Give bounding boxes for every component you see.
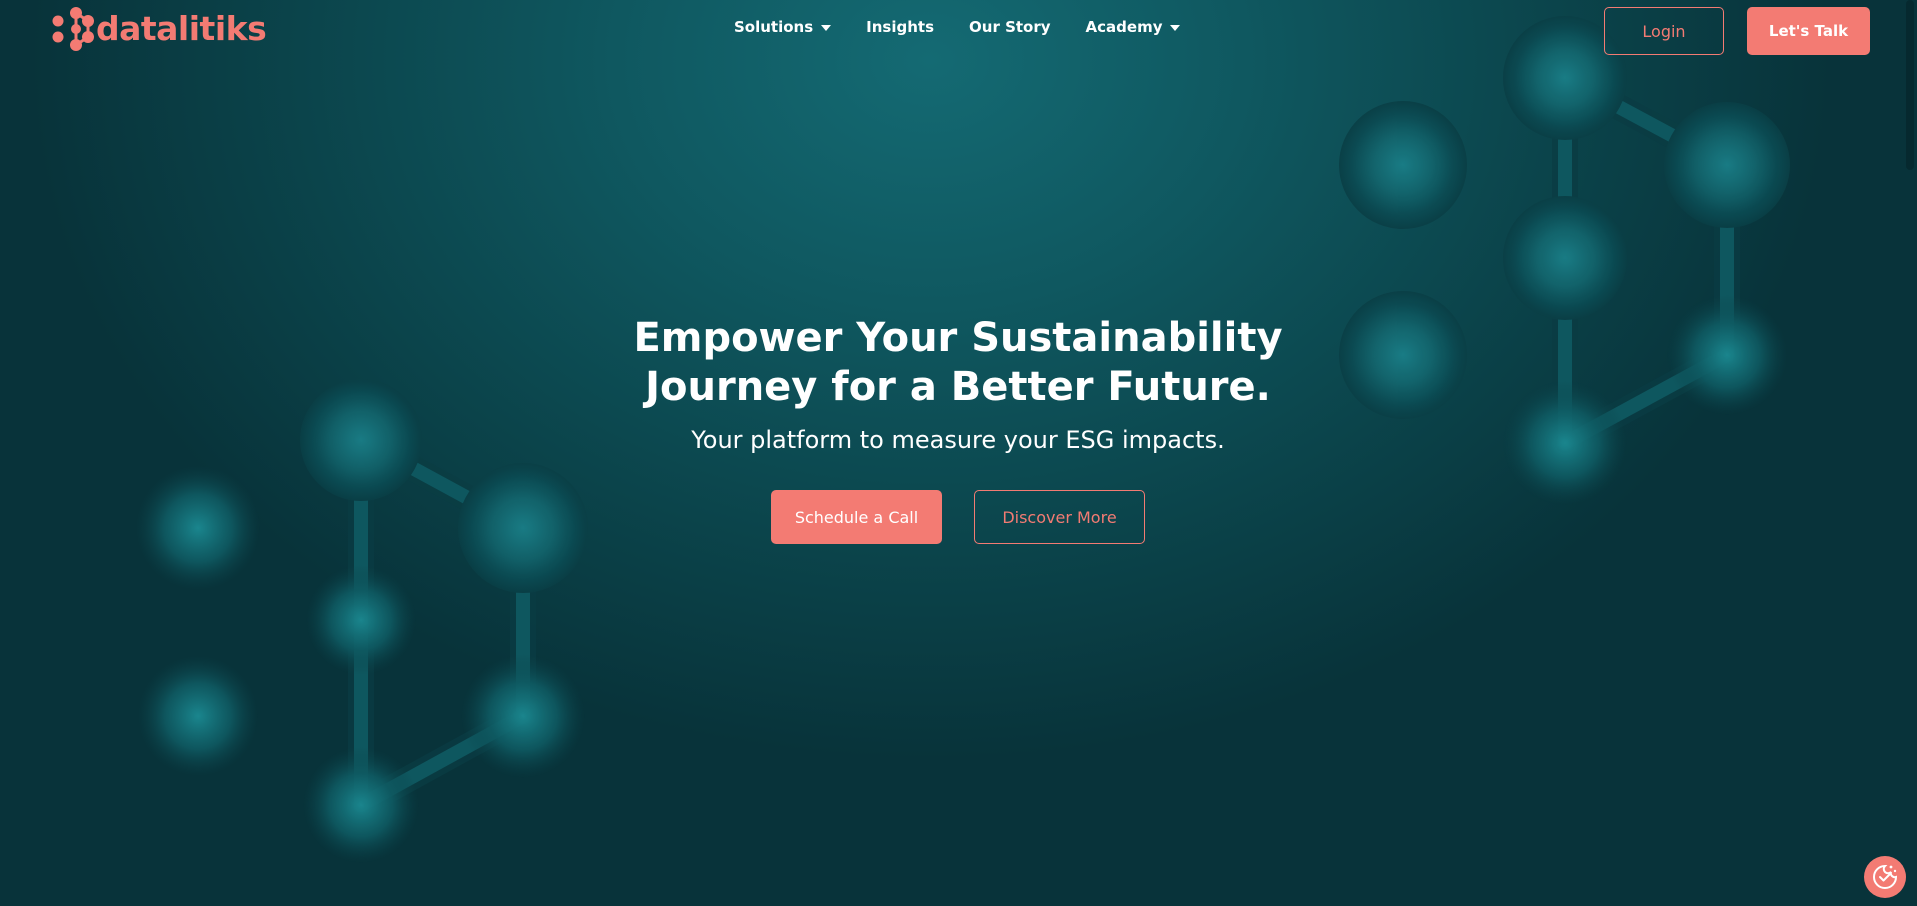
login-button[interactable]: Login — [1604, 7, 1724, 55]
logo[interactable]: datalitiks — [48, 3, 267, 55]
nav-item-label: Insights — [866, 18, 935, 36]
schedule-call-button[interactable]: Schedule a Call — [771, 490, 942, 544]
nav-item-insights[interactable]: Insights — [866, 18, 934, 36]
discover-more-button[interactable]: Discover More — [974, 490, 1145, 544]
cookie-settings-button[interactable] — [1864, 856, 1906, 898]
logo-wordmark: datalitiks — [96, 9, 267, 48]
nav-item-label: Solutions — [734, 18, 814, 36]
nav-item-our-story[interactable]: Our Story — [969, 18, 1051, 36]
nav-item-solutions[interactable]: Solutions — [734, 18, 832, 36]
hero-title: Empower Your Sustainability Journey for … — [558, 314, 1358, 412]
left-molecule — [136, 379, 588, 863]
nav-item-academy[interactable]: Academy — [1086, 18, 1181, 36]
nav-item-label: Academy — [1085, 18, 1163, 36]
cookie-consent-icon — [1873, 864, 1898, 889]
nav-item-label: Our Story — [969, 18, 1051, 36]
main-nav: Solutions Insights Our Story Academy — [734, 18, 1215, 36]
logo-molecule-icon — [52, 7, 94, 51]
caret-down-icon — [821, 24, 832, 31]
lets-talk-button[interactable]: Let's Talk — [1747, 7, 1870, 55]
hero-title-line-1: Empower Your Sustainability — [633, 315, 1283, 361]
site-header: datalitiks Solutions Insights Our Story … — [0, 0, 1917, 64]
caret-down-icon — [1170, 24, 1181, 31]
hero-subtitle: Your platform to measure your ESG impact… — [691, 426, 1225, 454]
scrollbar-thumb[interactable] — [1906, 0, 1914, 170]
right-molecule — [1339, 16, 1790, 505]
hero-title-line-2: Journey for a Better Future. — [645, 364, 1271, 410]
